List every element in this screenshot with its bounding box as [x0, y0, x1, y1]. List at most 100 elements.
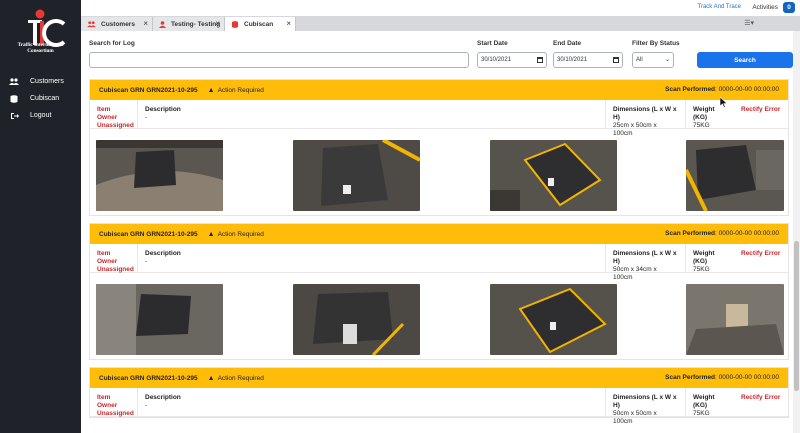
desc-value: -: [145, 114, 148, 121]
scan-label: Scan Performed: [665, 86, 716, 93]
status-select[interactable]: All ⌄: [632, 52, 674, 68]
dim-value: 50cm x 50cm x 100cm: [613, 410, 657, 425]
scan-performed: Scan Performed: 0000-00-00 00:00:00: [665, 230, 779, 237]
rectify-error-link[interactable]: Rectify Error: [734, 388, 788, 416]
grn-title: Cubiscan GRN GRN2021-10-295: [99, 374, 198, 382]
sidebar-item-cubiscan[interactable]: Cubiscan: [0, 90, 81, 107]
scan-image[interactable]: [490, 284, 617, 355]
close-icon[interactable]: ×: [286, 19, 291, 28]
scan-image[interactable]: [293, 140, 420, 211]
warning-icon: ▲: [207, 230, 215, 238]
database-icon: [9, 94, 19, 104]
mouse-cursor-icon: [719, 96, 728, 110]
scan-image[interactable]: [293, 284, 420, 355]
action-required-text: Action Required: [217, 86, 264, 94]
log-list: Cubiscan GRN GRN2021-10-295 ▲ Action Requ…: [89, 79, 789, 425]
users-icon: [9, 77, 19, 87]
tab-cubiscan[interactable]: Cubiscan ×: [225, 17, 296, 31]
sidebar-item-customers[interactable]: Customers: [0, 73, 81, 90]
tab-label: Customers: [101, 20, 135, 28]
rectify-error-link[interactable]: Rectify Error: [734, 100, 788, 128]
brand-line2: Consortium: [27, 48, 54, 54]
scan-image[interactable]: [686, 284, 784, 355]
close-icon[interactable]: ×: [215, 19, 220, 28]
grn-title: Cubiscan GRN GRN2021-10-295: [99, 86, 198, 94]
top-bar: Track And Trace Activities 0: [81, 0, 800, 16]
activities-label[interactable]: Activities: [752, 4, 778, 11]
weight-value: 75KG: [693, 410, 710, 417]
owner-value: Unassigned: [97, 410, 134, 417]
tabs-bar: Customers × Testing- Testing × Cubiscan …: [81, 16, 800, 31]
scan-image[interactable]: [490, 140, 617, 211]
end-date-label: End Date: [553, 40, 582, 47]
weight-value: 75KG: [693, 122, 710, 129]
owner-label: Item Owner: [97, 106, 118, 121]
sidebar-nav: Customers Cubiscan Logout: [0, 73, 81, 124]
start-date-value: 30/10/2021: [481, 57, 512, 63]
tab-label: Cubiscan: [244, 20, 274, 28]
close-icon[interactable]: ×: [143, 19, 148, 28]
scan-value: : 0000-00-00 00:00:00: [715, 374, 779, 381]
action-required-text: Action Required: [217, 374, 264, 382]
scan-performed: Scan Performed: 0000-00-00 00:00:00: [665, 86, 779, 93]
desc-label: Description: [145, 394, 181, 401]
rectify-error-link[interactable]: Rectify Error: [734, 244, 788, 272]
sidebar-item-logout[interactable]: Logout: [0, 107, 81, 124]
desc-value: -: [145, 258, 148, 265]
sidebar: Traffic International Consortium Custome…: [0, 0, 81, 433]
page-scrollbar[interactable]: [793, 31, 800, 433]
warning-icon: ▲: [207, 86, 215, 94]
start-date-input[interactable]: 30/10/2021: [477, 52, 547, 68]
search-label: Search for Log: [89, 40, 135, 47]
action-required-badge: ▲ Action Required: [208, 375, 264, 382]
search-input[interactable]: [89, 52, 469, 68]
desc-label: Description: [145, 106, 181, 113]
grn-title: Cubiscan GRN GRN2021-10-295: [99, 230, 198, 238]
log-card-info: Item Owner Unassigned Description - Dimens…: [90, 388, 788, 425]
weight-value: 75KG: [693, 266, 710, 273]
scrollbar-thumb[interactable]: [794, 241, 799, 391]
weight-label: Weight (KG): [693, 394, 715, 409]
sidebar-item-label: Cubiscan: [30, 95, 60, 102]
log-card-header: Cubiscan GRN GRN2021-10-295 ▲ Action Requ…: [90, 80, 788, 100]
action-required-badge: ▲ Action Required: [208, 231, 264, 238]
activities-count-badge[interactable]: 0: [783, 2, 795, 13]
scan-label: Scan Performed: [665, 374, 716, 381]
scan-performed: Scan Performed: 0000-00-00 00:00:00: [665, 374, 779, 381]
scan-image[interactable]: [686, 140, 784, 211]
scan-value: : 0000-00-00 00:00:00: [715, 86, 779, 93]
status-value: All: [636, 57, 643, 63]
calendar-icon[interactable]: [613, 57, 619, 63]
log-card: Cubiscan GRN GRN2021-10-295 ▲ Action Requ…: [89, 367, 789, 425]
log-card: Cubiscan GRN GRN2021-10-295 ▲ Action Requ…: [89, 223, 789, 360]
tab-testing[interactable]: Testing- Testing ×: [153, 17, 225, 31]
status-label: Filter By Status: [632, 40, 680, 47]
calendar-icon[interactable]: [537, 57, 543, 63]
scan-image[interactable]: [96, 284, 223, 355]
tab-customers[interactable]: Customers ×: [81, 17, 153, 31]
log-card-info: Item Owner Unassigned Description - Dimens…: [90, 244, 788, 281]
action-required-badge: ▲ Action Required: [208, 87, 264, 94]
scan-image[interactable]: [96, 140, 223, 211]
dim-label: Dimensions (L x W x H): [613, 394, 677, 409]
brand-name: Traffic International Consortium: [0, 42, 81, 54]
end-date-value: 30/10/2021: [557, 57, 588, 63]
owner-label: Item Owner: [97, 250, 118, 265]
scan-value: : 0000-00-00 00:00:00: [715, 230, 779, 237]
desc-value: -: [145, 402, 148, 409]
tab-label: Testing- Testing: [171, 20, 221, 28]
tabs-menu-icon[interactable]: ☰▾: [744, 19, 754, 27]
log-card-header: Cubiscan GRN GRN2021-10-295 ▲ Action Requ…: [90, 224, 788, 244]
users-icon: [87, 20, 96, 28]
dim-label: Dimensions (L x W x H): [613, 106, 677, 121]
weight-label: Weight (KG): [693, 250, 715, 265]
track-and-trace-link[interactable]: Track And Trace: [698, 4, 741, 10]
main-content: Search for Log Start Date 30/10/2021 End…: [81, 31, 800, 433]
dim-label: Dimensions (L x W x H): [613, 250, 677, 265]
end-date-input[interactable]: 30/10/2021: [553, 52, 623, 68]
log-card-info: Item Owner Unassigned Description - Dimens…: [90, 100, 788, 137]
log-card-header: Cubiscan GRN GRN2021-10-295 ▲ Action Requ…: [90, 368, 788, 388]
search-button[interactable]: Search: [697, 52, 793, 68]
filters-bar: Search for Log Start Date 30/10/2021 End…: [81, 31, 800, 73]
owner-value: Unassigned: [97, 122, 134, 129]
